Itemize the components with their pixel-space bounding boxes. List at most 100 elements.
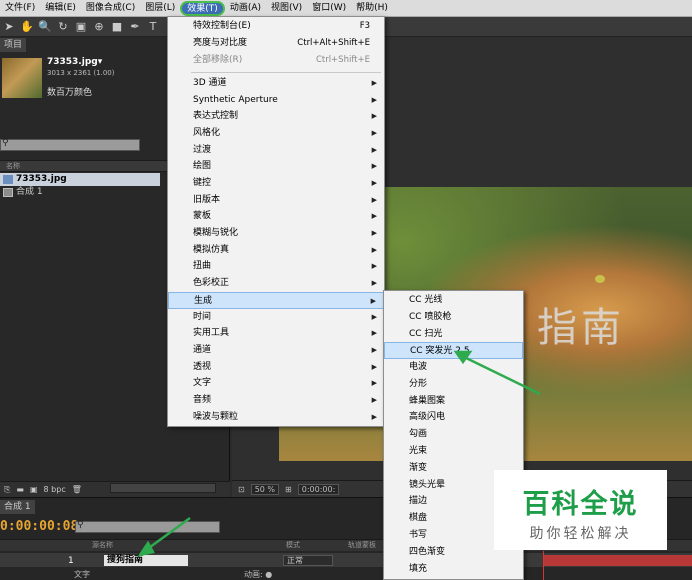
- project-thumbnail: [2, 58, 42, 98]
- viewer-timecode[interactable]: 0:00:00:: [297, 483, 340, 495]
- menu-composition[interactable]: 图像合成(C): [81, 0, 140, 17]
- menu-item-effect-controls[interactable]: 特效控制台(E) F3: [168, 18, 384, 35]
- project-item-image[interactable]: 73353.jpg: [0, 173, 160, 186]
- submenu-arrow-icon: ▶: [371, 179, 377, 187]
- bpc-label[interactable]: 8 bpc: [44, 485, 66, 494]
- submenu-item-beam[interactable]: 光束: [384, 443, 523, 460]
- menu-item-label: 模糊与锐化: [193, 228, 239, 238]
- menu-item-label: 时间: [193, 312, 212, 322]
- submenu-item-fill[interactable]: 填充: [384, 561, 523, 578]
- project-item-label: 73353.jpg: [16, 174, 67, 184]
- menu-shortcut: Ctrl+Alt+Shift+E: [297, 38, 370, 48]
- menu-item-label: 实用工具: [193, 328, 230, 338]
- rectangle-tool-icon[interactable]: ■: [110, 20, 124, 34]
- submenu-item-advanced-lightning[interactable]: 高级闪电: [384, 409, 523, 426]
- current-time-display[interactable]: 0:00:00:08: [0, 519, 78, 534]
- submenu-arrow-icon: ▶: [371, 313, 377, 321]
- menu-view[interactable]: 视图(V): [266, 0, 307, 17]
- menu-file[interactable]: 文件(F): [0, 0, 40, 17]
- menu-item-utility[interactable]: 实用工具 ▶: [168, 325, 384, 342]
- hand-tool-icon[interactable]: ✋: [20, 20, 34, 34]
- name-column-label: 名称: [6, 162, 20, 170]
- menu-item-paint[interactable]: 绘图 ▶: [168, 158, 384, 175]
- zoom-dropdown[interactable]: 50 %: [250, 483, 280, 495]
- layer-name[interactable]: 搜狗指南: [104, 555, 188, 566]
- timeline-tab[interactable]: 合成 1: [0, 500, 35, 514]
- composition-icon: [3, 188, 13, 197]
- menu-item-synthetic-aperture[interactable]: Synthetic Aperture ▶: [168, 92, 384, 109]
- layer-mode-dropdown[interactable]: 正常: [283, 555, 333, 566]
- layer-text-property[interactable]: 文字: [74, 569, 90, 580]
- text-tool-icon[interactable]: T: [146, 20, 160, 34]
- menu-item-time[interactable]: 时间 ▶: [168, 309, 384, 326]
- menu-item-label: 音频: [193, 395, 212, 405]
- menu-item-expression-controls[interactable]: 表达式控制 ▶: [168, 108, 384, 125]
- menu-item-noise-grain[interactable]: 噪波与颗粒 ▶: [168, 409, 384, 426]
- menu-item-label: 全部移除(R): [193, 55, 243, 65]
- source-name-column: 源名称: [92, 541, 113, 549]
- submenu-arrow-icon: ▶: [371, 229, 377, 237]
- pen-tool-icon[interactable]: ✒: [128, 20, 142, 34]
- menu-animation[interactable]: 动画(A): [225, 0, 266, 17]
- layer-animate-property[interactable]: 动画: ●: [244, 569, 272, 580]
- submenu-item-cell-pattern[interactable]: 蜂巢图案: [384, 393, 523, 410]
- submenu-item-fractal[interactable]: 分形: [384, 376, 523, 393]
- menu-item-brightness-contrast[interactable]: 亮度与对比度 Ctrl+Alt+Shift+E: [168, 35, 384, 52]
- submenu-arrow-icon: ▶: [371, 396, 377, 404]
- menu-item-channel[interactable]: 通道 ▶: [168, 342, 384, 359]
- project-item-composition[interactable]: 合成 1: [0, 186, 160, 199]
- submenu-item-cc-light-rays[interactable]: CC 光线: [384, 292, 523, 309]
- timeline-search-input[interactable]: [75, 521, 220, 533]
- project-search-input[interactable]: [0, 139, 140, 151]
- submenu-arrow-icon: ▶: [371, 363, 377, 371]
- interpret-footage-icon[interactable]: ⎘: [4, 485, 10, 495]
- layer-duration-bar[interactable]: [543, 555, 692, 566]
- menu-item-remove-all[interactable]: 全部移除(R) Ctrl+Shift+E: [168, 52, 384, 69]
- safe-zones-icon[interactable]: ⊞: [285, 485, 292, 494]
- project-scrollbar[interactable]: [110, 483, 216, 493]
- menu-item-audio[interactable]: 音频 ▶: [168, 392, 384, 409]
- menu-item-stylize[interactable]: 风格化 ▶: [168, 125, 384, 142]
- menu-window[interactable]: 窗口(W): [307, 0, 351, 17]
- menu-edit[interactable]: 编辑(E): [40, 0, 81, 17]
- menu-item-color-correction[interactable]: 色彩校正 ▶: [168, 275, 384, 292]
- menu-item-generate[interactable]: 生成 ▶: [168, 292, 384, 309]
- menu-item-keying[interactable]: 键控 ▶: [168, 175, 384, 192]
- menu-help[interactable]: 帮助(H): [351, 0, 393, 17]
- menu-item-text[interactable]: 文字 ▶: [168, 375, 384, 392]
- folder-icon[interactable]: ▬: [16, 485, 24, 494]
- submenu-item-scribble[interactable]: 勾画: [384, 426, 523, 443]
- menu-item-blur-sharpen[interactable]: 模糊与锐化 ▶: [168, 225, 384, 242]
- pan-behind-tool-icon[interactable]: ⊕: [92, 20, 106, 34]
- zoom-tool-icon[interactable]: 🔍: [38, 20, 52, 34]
- submenu-arrow-icon: ▶: [371, 346, 377, 354]
- menu-item-label: 色彩校正: [193, 278, 230, 288]
- always-preview-icon[interactable]: ⊡: [238, 485, 245, 494]
- submenu-item-radio-waves[interactable]: 电波: [384, 359, 523, 376]
- trash-icon[interactable]: 🗑: [72, 485, 82, 494]
- project-item-label: 合成 1: [16, 187, 43, 197]
- submenu-arrow-icon: ▶: [371, 279, 377, 287]
- menu-effect[interactable]: 效果(T): [180, 1, 225, 16]
- menu-item-label: 模拟仿真: [193, 245, 230, 255]
- menu-item-matte[interactable]: 蒙板 ▶: [168, 208, 384, 225]
- menu-item-label: 生成: [194, 296, 213, 306]
- menu-item-label: 表达式控制: [193, 111, 239, 121]
- menu-item-3d-channel[interactable]: 3D 通道 ▶: [168, 75, 384, 92]
- submenu-arrow-icon: ▶: [371, 162, 377, 170]
- menu-item-transition[interactable]: 过渡 ▶: [168, 142, 384, 159]
- submenu-item-cc-light-burst[interactable]: CC 突发光 2.5: [384, 342, 523, 359]
- menu-layer[interactable]: 图层(L): [140, 0, 180, 17]
- selection-tool-icon[interactable]: ➤: [2, 20, 16, 34]
- project-tab[interactable]: 项目: [0, 38, 27, 52]
- new-composition-icon[interactable]: ▣: [30, 485, 38, 494]
- menu-item-distort[interactable]: 扭曲 ▶: [168, 258, 384, 275]
- submenu-item-cc-glue-gun[interactable]: CC 喷胶枪: [384, 309, 523, 326]
- menu-item-perspective[interactable]: 透视 ▶: [168, 359, 384, 376]
- menu-item-obsolete[interactable]: 旧版本 ▶: [168, 192, 384, 209]
- rotate-tool-icon[interactable]: ↻: [56, 20, 70, 34]
- submenu-item-cc-light-sweep[interactable]: CC 扫光: [384, 326, 523, 343]
- menu-item-simulation[interactable]: 模拟仿真 ▶: [168, 242, 384, 259]
- current-time-indicator[interactable]: [543, 551, 544, 580]
- camera-tool-icon[interactable]: ▣: [74, 20, 88, 34]
